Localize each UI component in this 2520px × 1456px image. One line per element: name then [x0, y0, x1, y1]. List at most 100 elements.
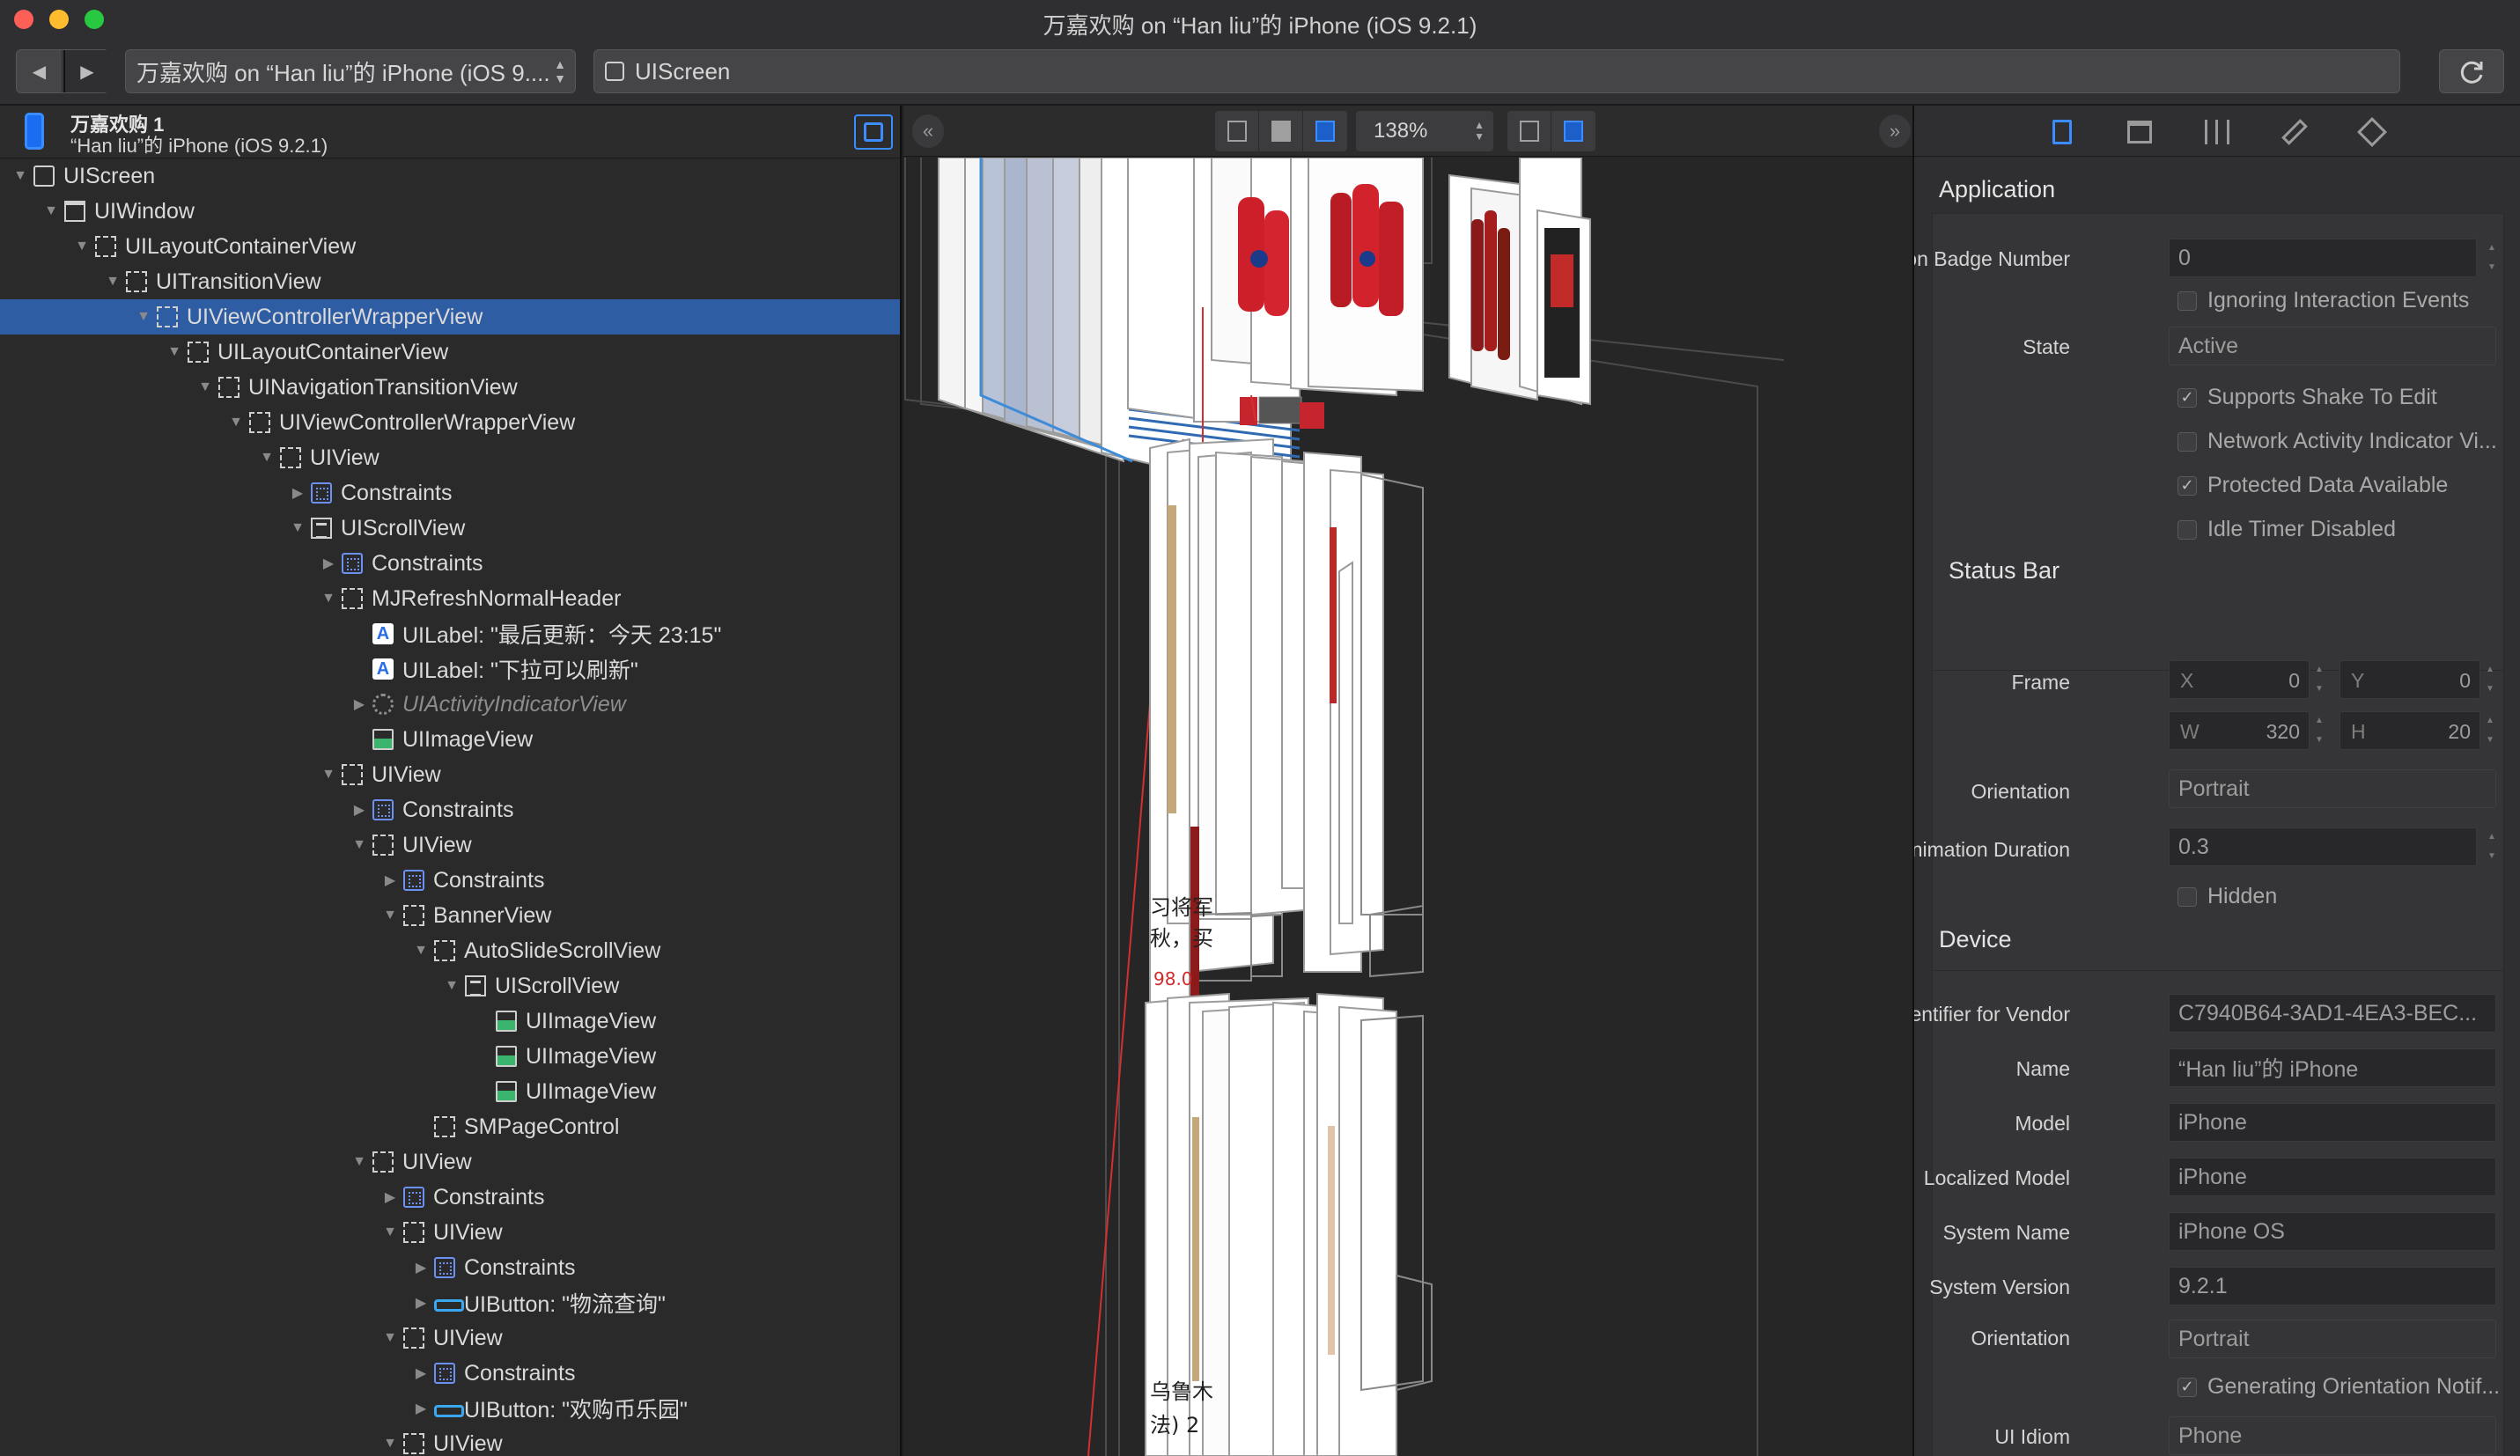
tree-row[interactable]: ▼ UIScreen — [0, 158, 900, 194]
frame-x-field[interactable]: X0 — [2169, 660, 2310, 699]
zoom-popup[interactable]: 138% ▲ ▼ — [1356, 111, 1493, 151]
tree-row[interactable]: ▼ UIViewControllerWrapperView — [0, 405, 900, 440]
icon-badge-field[interactable]: 0 — [2169, 239, 2477, 277]
disclosure-closed-icon[interactable]: ▶ — [408, 1356, 434, 1391]
network-activity-checkbox[interactable]: Network Activity Indicator Vi... — [2177, 429, 2497, 454]
tree-row[interactable]: ▼ UIView — [0, 440, 900, 475]
tab-layout-inspector[interactable] — [2277, 114, 2312, 150]
tree-row[interactable]: A UILabel: "最后更新：今天 23:15" — [0, 616, 900, 651]
tree-row[interactable]: ▶ Constraints — [0, 863, 900, 898]
frame-w-stepper[interactable]: ▲ ▼ — [2311, 711, 2327, 750]
back-button[interactable]: ◀ — [17, 50, 63, 92]
disclosure-open-icon[interactable]: ▼ — [377, 1320, 403, 1356]
disclosure-open-icon[interactable]: ▼ — [377, 1426, 403, 1456]
idle-timer-checkbox[interactable]: Idle Timer Disabled — [2177, 517, 2396, 542]
disclosure-open-icon[interactable]: ▼ — [99, 264, 126, 299]
tab-attributes-inspector[interactable] — [2199, 114, 2235, 150]
disclosure-open-icon[interactable]: ▼ — [346, 827, 372, 863]
tree-row[interactable]: ▼ UIView — [0, 827, 900, 863]
disclosure-closed-icon[interactable]: ▶ — [377, 863, 403, 898]
disclosure-open-icon[interactable]: ▼ — [254, 440, 280, 475]
disclosure-open-icon[interactable]: ▼ — [284, 511, 311, 546]
2d-view-button[interactable] — [1507, 111, 1551, 151]
disclosure-open-icon[interactable]: ▼ — [346, 1144, 372, 1180]
tree-row[interactable]: ▼ UIView — [0, 1215, 900, 1250]
tree-row[interactable]: UIImageView — [0, 1004, 900, 1039]
device-header[interactable]: 万嘉欢购 1 “Han liu”的 iPhone (iOS 9.2.1) — [0, 106, 900, 158]
collapse-left-button[interactable]: « — [912, 114, 944, 148]
disclosure-open-icon[interactable]: ▼ — [438, 968, 465, 1004]
disclosure-open-icon[interactable]: ▼ — [223, 405, 249, 440]
frame-h-field[interactable]: H 20 — [2339, 711, 2480, 750]
ignoring-events-checkbox[interactable]: Ignoring Interaction Events — [2177, 288, 2469, 313]
state-select[interactable]: Active — [2169, 327, 2496, 365]
tree-row[interactable]: ▶ UIButton: "欢购币乐园" — [0, 1391, 900, 1426]
tree-row[interactable]: A UILabel: "下拉可以刷新" — [0, 651, 900, 687]
tree-row[interactable]: ▶ UIButton: "物流查询" — [0, 1285, 900, 1320]
icon-badge-stepper[interactable]: ▲ ▼ — [2484, 239, 2500, 277]
hidden-checkbox[interactable]: Hidden — [2177, 884, 2277, 909]
system-name-field[interactable]: iPhone OS — [2169, 1212, 2496, 1251]
tree-row[interactable]: SMPageControl — [0, 1109, 900, 1144]
disclosure-open-icon[interactable]: ▼ — [38, 194, 64, 229]
tree-row[interactable]: ▼ UIScrollView — [0, 511, 900, 546]
frame-w-field[interactable]: W 320 — [2169, 711, 2310, 750]
tree-row[interactable]: ▼ UITransitionView — [0, 264, 900, 299]
disclosure-open-icon[interactable]: ▼ — [315, 757, 342, 792]
frame-y-field[interactable]: Y0 — [2339, 660, 2480, 699]
collapse-right-button[interactable]: » — [1879, 114, 1911, 148]
disclosure-open-icon[interactable]: ▼ — [192, 370, 218, 405]
disclosure-open-icon[interactable]: ▼ — [69, 229, 95, 264]
tab-object-inspector[interactable] — [2045, 114, 2080, 150]
refresh-button[interactable] — [2439, 49, 2504, 93]
protected-data-checkbox[interactable]: ✓ Protected Data Available — [2177, 473, 2448, 498]
tree-row[interactable]: UIImageView — [0, 1039, 900, 1074]
disclosure-closed-icon[interactable]: ▶ — [408, 1391, 434, 1426]
disclosure-open-icon[interactable]: ▼ — [130, 299, 157, 335]
tree-row[interactable]: ▶ Constraints — [0, 1356, 900, 1391]
disclosure-open-icon[interactable]: ▼ — [377, 1215, 403, 1250]
disclosure-closed-icon[interactable]: ▶ — [408, 1285, 434, 1320]
tree-row[interactable]: UIImageView — [0, 722, 900, 757]
tree-row[interactable]: ▶ Constraints — [0, 546, 900, 581]
system-version-field[interactable]: 9.2.1 — [2169, 1267, 2496, 1305]
tree-row[interactable]: ▼ UIView — [0, 1320, 900, 1356]
frame-x-stepper[interactable]: ▲ ▼ — [2311, 660, 2327, 699]
scope-bar[interactable]: UIScreen — [593, 49, 2400, 93]
tab-layers-inspector[interactable] — [2354, 114, 2390, 150]
process-popup[interactable]: 万嘉欢购 on “Han liu”的 iPhone (iOS 9.... ▲ ▼ — [125, 49, 576, 93]
tree-row[interactable]: ▶ Constraints — [0, 475, 900, 511]
tree-row[interactable]: ▶ Constraints — [0, 1180, 900, 1215]
tree-row[interactable]: ▶ UIActivityIndicatorView — [0, 687, 900, 722]
tree-row[interactable]: ▼ UIWindow — [0, 194, 900, 229]
disclosure-open-icon[interactable]: ▼ — [408, 933, 434, 968]
disclosure-closed-icon[interactable]: ▶ — [315, 546, 342, 581]
generating-notif-checkbox[interactable]: ✓ Generating Orientation Notif... — [2177, 1374, 2500, 1400]
content-mode-button[interactable] — [1259, 111, 1303, 151]
frame-h-stepper[interactable]: ▲ ▼ — [2482, 711, 2498, 750]
tree-row[interactable]: ▼ UILayoutContainerView — [0, 229, 900, 264]
tree-row[interactable]: ▼ MJRefreshNormalHeader — [0, 581, 900, 616]
3d-view-button[interactable] — [1551, 111, 1595, 151]
tree-row[interactable]: ▶ Constraints — [0, 792, 900, 827]
tab-size-inspector[interactable] — [2122, 114, 2157, 150]
frame-y-stepper[interactable]: ▲ ▼ — [2482, 660, 2498, 699]
disclosure-closed-icon[interactable]: ▶ — [284, 475, 311, 511]
disclosure-closed-icon[interactable]: ▶ — [377, 1180, 403, 1215]
animation-duration-stepper[interactable]: ▲ ▼ — [2484, 827, 2500, 866]
tree-row[interactable]: ▼ UIView — [0, 1144, 900, 1180]
both-mode-button[interactable] — [1303, 111, 1347, 151]
vendor-id-field[interactable]: C7940B64-3AD1-4EA3-BEC... — [2169, 994, 2496, 1033]
disclosure-open-icon[interactable]: ▼ — [315, 581, 342, 616]
localized-model-field[interactable]: iPhone — [2169, 1158, 2496, 1196]
3d-view-canvas[interactable]: 习将军 秋，买 98.0 乌鲁木 法) 2 — [903, 158, 1912, 1456]
shake-to-edit-checkbox[interactable]: ✓ Supports Shake To Edit — [2177, 385, 2437, 410]
focus-button[interactable] — [854, 114, 893, 150]
tree-row[interactable]: ▼ AutoSlideScrollView — [0, 933, 900, 968]
tree-row[interactable]: ▼ UIScrollView — [0, 968, 900, 1004]
tree-row[interactable]: UIImageView — [0, 1074, 900, 1109]
forward-button[interactable]: ▶ — [63, 50, 109, 92]
tree-row[interactable]: ▶ Constraints — [0, 1250, 900, 1285]
ui-idiom-select[interactable]: Phone — [2169, 1416, 2496, 1455]
disclosure-closed-icon[interactable]: ▶ — [346, 687, 372, 722]
